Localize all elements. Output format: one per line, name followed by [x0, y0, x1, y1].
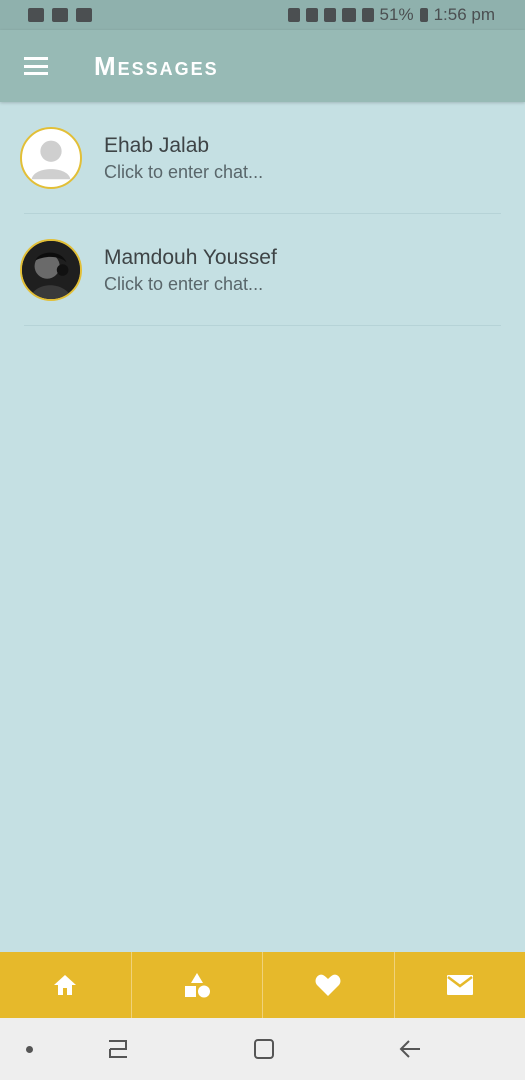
battery-icon [419, 8, 428, 22]
image-notification-icon [28, 8, 44, 22]
nav-home[interactable] [0, 952, 131, 1018]
page-title: Messages [94, 50, 219, 81]
chat-list: Ehab Jalab Click to enter chat... Mamdou… [0, 102, 525, 326]
chat-item-ehab-jalab[interactable]: Ehab Jalab Click to enter chat... [0, 102, 525, 214]
home-icon [54, 975, 77, 995]
recent-apps-button[interactable] [98, 1029, 138, 1069]
nav-messages[interactable] [393, 952, 525, 1018]
back-button[interactable] [390, 1029, 430, 1069]
heart-icon [315, 974, 341, 996]
mail-icon [446, 975, 473, 995]
dot-indicator-icon [26, 1045, 33, 1053]
chat-item-mamdouh-youssef[interactable]: Mamdouh Youssef Click to enter chat... [0, 214, 525, 326]
recent-apps-icon [109, 1040, 127, 1058]
photo-avatar [20, 239, 82, 301]
mute-icon [305, 8, 318, 22]
status-notifications [0, 8, 92, 22]
alarm-icon [287, 8, 300, 22]
signal-icon [341, 8, 356, 22]
chat-name: Ehab Jalab [104, 133, 210, 157]
chat-name: Mamdouh Youssef [104, 245, 277, 269]
system-nav-bar [0, 1018, 525, 1080]
status-system: 51% 1:56 pm [287, 5, 525, 25]
app-bar: Messages [0, 30, 525, 102]
nav-favorites[interactable] [262, 952, 394, 1018]
chat-subtitle: Click to enter chat... [104, 161, 264, 182]
network-icon [361, 8, 374, 22]
app-notification-icon [52, 8, 68, 22]
status-bar: 51% 1:56 pm [0, 0, 525, 30]
bottom-nav [0, 952, 525, 1018]
status-time: 1:56 pm [433, 5, 495, 24]
back-arrow-icon [399, 1040, 420, 1058]
nav-shapes[interactable] [130, 952, 263, 1018]
sim-icon [323, 8, 336, 22]
battery-percent: 51% [379, 5, 414, 24]
hamburger-menu-icon[interactable] [24, 57, 48, 75]
chat-text: Mamdouh Youssef Click to enter chat... [104, 246, 277, 295]
chat-text: Ehab Jalab Click to enter chat... [104, 134, 263, 183]
home-button[interactable] [244, 1029, 284, 1069]
home-square-icon [254, 1039, 274, 1059]
message-notification-icon [76, 8, 92, 22]
shapes-icon [184, 973, 210, 998]
chat-subtitle: Click to enter chat... [104, 273, 264, 294]
default-avatar-icon [20, 127, 82, 189]
